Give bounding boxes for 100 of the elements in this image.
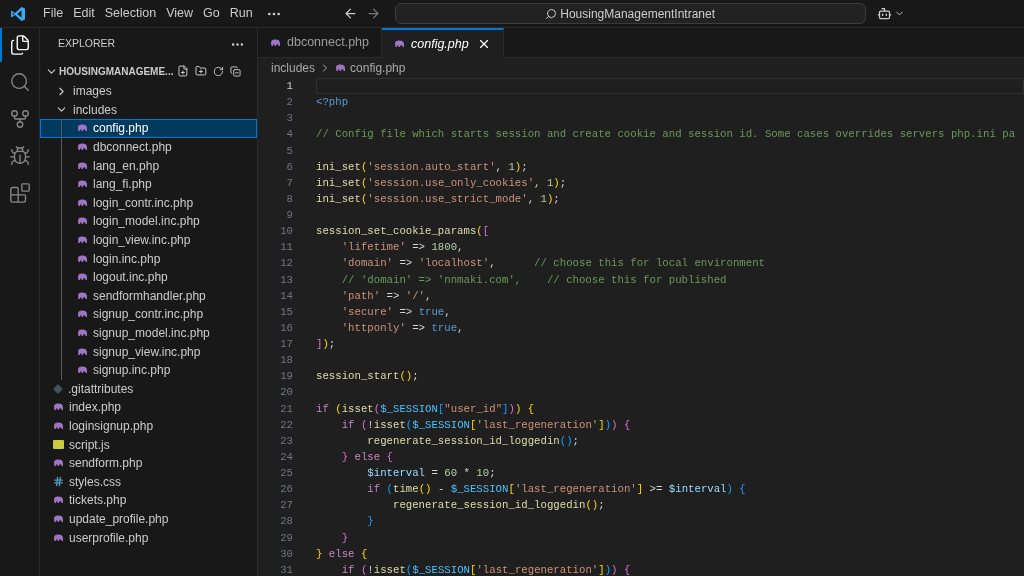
elephant-icon [77, 291, 88, 300]
breadcrumb-item[interactable]: config.php [350, 59, 406, 77]
tree-item[interactable]: logout.inc.php [40, 267, 257, 287]
tree-item[interactable]: login_view.inc.php [40, 230, 257, 250]
code-line: <?php [316, 95, 350, 111]
menu-item[interactable]: Run [224, 4, 258, 23]
elephant-icon [77, 347, 88, 356]
refresh-icon[interactable] [213, 64, 225, 78]
tree-item[interactable]: styles.css [40, 472, 257, 492]
elephant-icon [77, 310, 88, 319]
code-line: $interval = 60 * 10; [366, 466, 497, 482]
line-number: 12 [279, 256, 293, 272]
tree-item[interactable]: login.inc.php [40, 249, 257, 268]
line-number: 23 [279, 433, 293, 449]
elephant-icon [77, 124, 88, 133]
tree-item[interactable]: config.php [40, 119, 257, 138]
tree-item[interactable]: sendform.php [40, 453, 257, 473]
elephant-icon [270, 38, 281, 47]
line-number: 22 [279, 417, 293, 433]
tree-item[interactable]: includes [40, 100, 257, 120]
line-number: 30 [279, 546, 293, 562]
line-number: 9 [285, 208, 293, 224]
root-folder[interactable]: HOUSINGMANAGEME... [40, 60, 257, 82]
branch-icon[interactable] [8, 108, 31, 130]
breadcrumb-item[interactable]: includes [271, 59, 316, 77]
code-line: } else { [316, 546, 369, 562]
menu-item[interactable]: File [38, 4, 69, 23]
code-line: 'path' => '/', [340, 288, 433, 304]
tree-item[interactable]: loginsignup.php [40, 416, 257, 436]
menu-item[interactable]: Selection [99, 4, 162, 23]
new-folder-icon[interactable] [195, 64, 208, 78]
logo-icon [10, 5, 26, 22]
tree-item[interactable]: signup_model.inc.php [40, 323, 257, 343]
files-icon[interactable] [8, 34, 31, 56]
elephant-icon [77, 217, 88, 226]
elephant-icon [77, 198, 88, 207]
line-number: 21 [279, 401, 293, 417]
line-number: 4 [285, 127, 293, 143]
code-line: 'lifetime' => 1800, [340, 240, 465, 256]
tree-item[interactable]: signup_contr.inc.php [40, 305, 257, 324]
menu-item[interactable]: Edit [68, 4, 100, 23]
hash-icon [53, 476, 64, 488]
elephant-icon [335, 64, 347, 72]
line-number: 16 [279, 320, 293, 336]
line-number: 13 [279, 272, 293, 288]
code-line: session_set_cookie_params([ [316, 224, 491, 240]
tree-item[interactable]: userprofile.php [40, 528, 257, 547]
line-number: 3 [285, 111, 293, 127]
tree-item[interactable]: signup_view.inc.php [40, 342, 257, 361]
line-number: 8 [285, 191, 293, 207]
tree-item[interactable]: login_contr.inc.php [40, 193, 257, 213]
tree-item[interactable]: images [40, 82, 257, 101]
elephant-icon [53, 533, 64, 542]
line-number: 11 [279, 240, 293, 256]
tree-item[interactable]: update_profile.php [40, 509, 257, 529]
line-number: 28 [279, 514, 293, 530]
elephant-icon [53, 496, 64, 505]
line-number: 15 [279, 304, 293, 320]
menu-item[interactable]: View [161, 4, 198, 23]
tree-item[interactable]: .gitattributes [40, 379, 257, 399]
new-file-icon[interactable] [177, 64, 190, 78]
blocks-icon[interactable] [8, 182, 31, 204]
elephant-icon [77, 273, 88, 282]
menu-item[interactable]: Go [198, 4, 225, 23]
line-number: 25 [279, 466, 293, 482]
code-line: } else { [340, 449, 394, 465]
line-number: 19 [279, 369, 293, 385]
diamond-icon [53, 383, 63, 394]
tree-item[interactable]: sendformhandler.php [40, 286, 257, 306]
code-line: if (isset($_SESSION["user_id"])) { [316, 401, 536, 417]
tree-item[interactable]: login_model.inc.php [40, 212, 257, 231]
elephant-icon [77, 329, 88, 337]
tree-item[interactable]: index.php [40, 398, 257, 417]
line-number: 27 [279, 498, 293, 514]
bug-icon[interactable] [8, 145, 31, 167]
search-icon[interactable] [8, 71, 31, 93]
code-line: ini_set('session.use_only_cookies', 1); [316, 175, 568, 191]
search-icon [545, 7, 558, 20]
code-line: 'httponly' => true, [340, 320, 465, 336]
elephant-icon [77, 254, 88, 263]
elephant-icon [77, 161, 88, 170]
editor-tab[interactable]: config.php [382, 28, 504, 58]
collapse-icon[interactable] [230, 64, 241, 78]
line-number: 6 [285, 159, 293, 175]
tree-item[interactable]: signup.inc.php [40, 360, 257, 380]
tree-item[interactable]: dbconnect.php [40, 137, 257, 157]
elephant-icon [77, 143, 88, 152]
code-line: 'secure' => true, [340, 304, 452, 320]
search-field[interactable]: HousingManagementIntranet [394, 3, 866, 24]
line-number: 20 [279, 385, 293, 401]
tree-item[interactable]: script.js [40, 435, 257, 454]
elephant-icon [53, 459, 64, 468]
back-arrow-icon[interactable] [342, 6, 358, 21]
code-line: ]); [316, 337, 337, 353]
robot-icon[interactable] [876, 6, 892, 21]
forward-arrow-icon[interactable] [365, 6, 381, 21]
tree-item[interactable]: lang_en.php [40, 156, 257, 175]
tree-item[interactable]: tickets.php [40, 491, 257, 510]
tree-item[interactable]: lang_fi.php [40, 174, 257, 194]
code-line: if (time() - $_SESSION['last_regeneration'] >= $interval) { [366, 482, 747, 498]
